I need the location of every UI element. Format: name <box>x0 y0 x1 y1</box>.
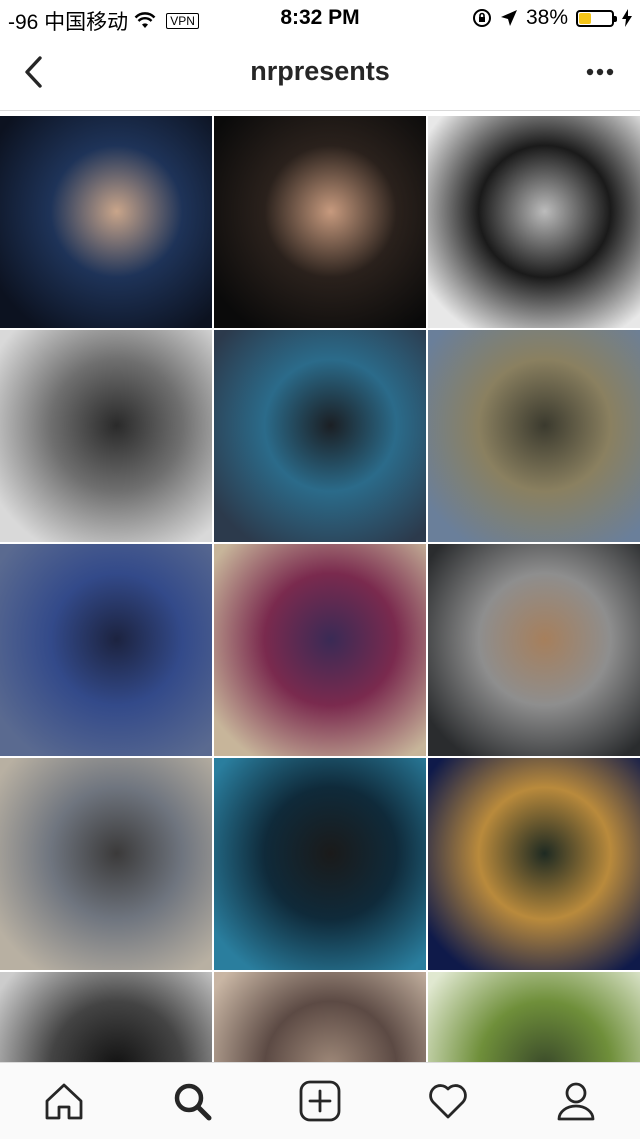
nav-header: nrpresents <box>0 36 640 111</box>
photo-tile[interactable] <box>428 116 640 328</box>
more-options-button[interactable] <box>586 62 614 82</box>
photo-tile[interactable] <box>214 544 426 756</box>
battery-icon <box>576 9 617 27</box>
photo-tile[interactable] <box>214 758 426 970</box>
tab-activity[interactable] <box>426 1079 470 1123</box>
tab-search[interactable] <box>170 1079 214 1123</box>
photo-tile[interactable] <box>0 330 212 542</box>
location-arrow-icon <box>500 10 517 26</box>
battery-level <box>579 12 591 24</box>
photo-tile[interactable] <box>0 116 212 328</box>
photo-tile[interactable] <box>428 544 640 756</box>
photo-tile[interactable] <box>214 330 426 542</box>
rotation-lock-icon <box>472 9 491 27</box>
photo-tile[interactable] <box>214 116 426 328</box>
photo-tile[interactable] <box>214 972 426 1062</box>
charging-bolt-icon <box>622 9 632 27</box>
photo-tile[interactable] <box>428 758 640 970</box>
tab-home[interactable] <box>42 1079 86 1123</box>
photo-tile[interactable] <box>0 758 212 970</box>
profile-username-title: nrpresents <box>250 56 390 86</box>
battery-percent: 38% <box>525 6 568 29</box>
tab-profile[interactable] <box>554 1079 598 1123</box>
photo-tile[interactable] <box>428 330 640 542</box>
photo-grid <box>0 116 640 1062</box>
photo-tile[interactable] <box>0 972 212 1062</box>
tab-bar <box>0 1062 640 1139</box>
tab-new-post[interactable] <box>298 1079 342 1123</box>
photo-tile[interactable] <box>428 972 640 1062</box>
status-right: 38% <box>472 6 632 30</box>
photo-tile[interactable] <box>0 544 212 756</box>
status-bar: -96 中国移动 VPN 8:32 PM 38% <box>0 0 640 36</box>
